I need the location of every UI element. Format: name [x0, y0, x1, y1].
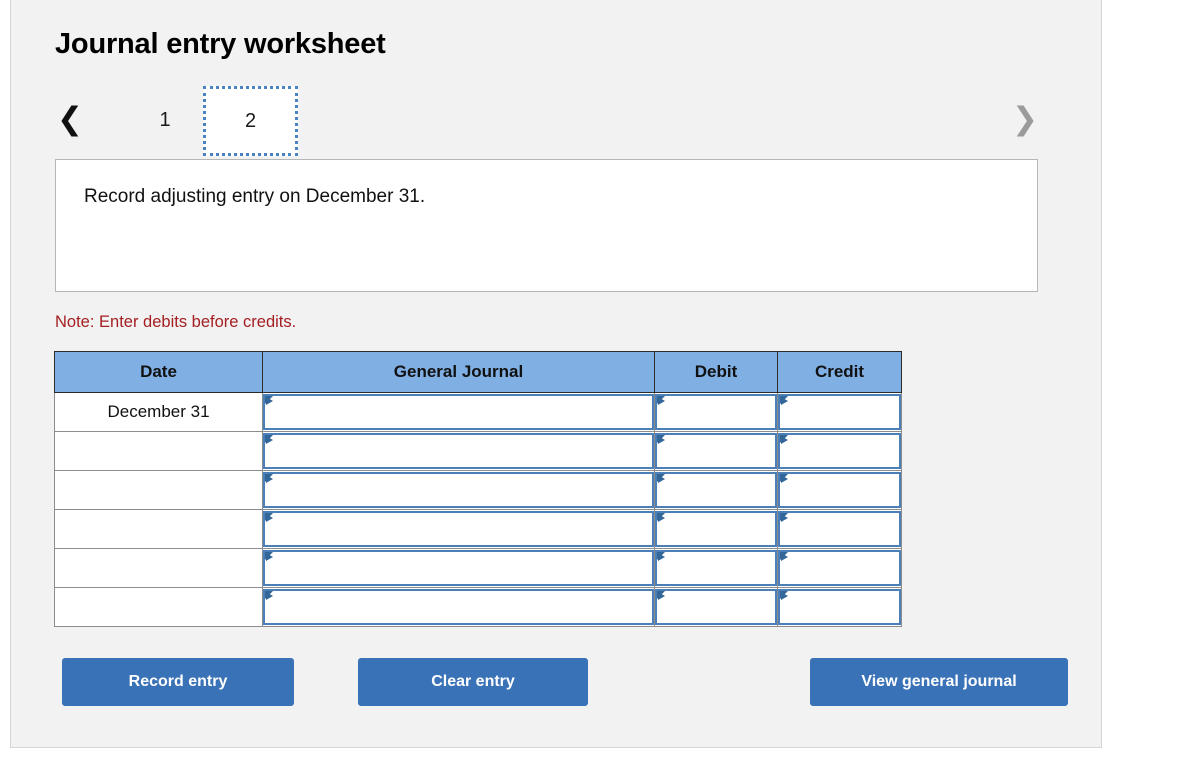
general-journal-input[interactable]: [263, 550, 654, 586]
date-cell: [54, 431, 263, 471]
record-entry-button[interactable]: Record entry: [62, 658, 294, 706]
date-cell: December 31: [54, 392, 263, 432]
general-journal-cell: [262, 509, 655, 549]
clear-entry-button[interactable]: Clear entry: [358, 658, 588, 706]
page-tab-2[interactable]: 2: [203, 86, 298, 156]
chevron-left-icon[interactable]: ❮: [55, 100, 85, 138]
table-row: [54, 509, 902, 549]
credit-input[interactable]: [778, 589, 901, 625]
page-tab-1[interactable]: 1: [141, 88, 189, 152]
general-journal-input[interactable]: [263, 433, 654, 469]
general-journal-cell: [262, 392, 655, 432]
general-journal-cell: [262, 431, 655, 471]
credit-cell: [777, 470, 902, 510]
debit-input[interactable]: [655, 550, 777, 586]
general-journal-cell: [262, 470, 655, 510]
debit-input[interactable]: [655, 589, 777, 625]
debit-input[interactable]: [655, 511, 777, 547]
credit-cell: [777, 509, 902, 549]
column-header-debit: Debit: [654, 351, 778, 393]
debit-cell: [654, 392, 778, 432]
general-journal-input[interactable]: [263, 589, 654, 625]
credit-input[interactable]: [778, 394, 901, 430]
table-row: [54, 587, 902, 627]
credit-input[interactable]: [778, 550, 901, 586]
table-row: December 31: [54, 392, 902, 432]
date-cell: [54, 587, 263, 627]
column-header-credit: Credit: [777, 351, 902, 393]
column-header-general-journal: General Journal: [262, 351, 655, 393]
table-header-row: Date General Journal Debit Credit: [54, 351, 902, 393]
debit-cell: [654, 509, 778, 549]
debit-cell: [654, 587, 778, 627]
debit-input[interactable]: [655, 394, 777, 430]
note-text: Note: Enter debits before credits.: [55, 313, 297, 331]
journal-table: Date General Journal Debit Credit Decemb…: [54, 351, 902, 627]
debit-input[interactable]: [655, 472, 777, 508]
table-row: [54, 470, 902, 510]
date-cell: [54, 548, 263, 588]
view-general-journal-button[interactable]: View general journal: [810, 658, 1068, 706]
date-cell: [54, 470, 263, 510]
credit-cell: [777, 548, 902, 588]
debit-cell: [654, 548, 778, 588]
table-row: [54, 548, 902, 588]
worksheet-panel: Journal entry worksheet ❮ 1 2 ❯ Record a…: [10, 0, 1102, 748]
credit-cell: [777, 587, 902, 627]
credit-cell: [777, 392, 902, 432]
general-journal-input[interactable]: [263, 472, 654, 508]
instruction-text: Record adjusting entry on December 31.: [84, 186, 426, 207]
pager: ❮ 1 2 ❯: [55, 86, 1055, 158]
general-journal-input[interactable]: [263, 511, 654, 547]
credit-input[interactable]: [778, 472, 901, 508]
table-row: [54, 431, 902, 471]
date-cell: [54, 509, 263, 549]
general-journal-cell: [262, 587, 655, 627]
debit-cell: [654, 431, 778, 471]
instruction-box: Record adjusting entry on December 31.: [55, 159, 1038, 292]
chevron-right-icon[interactable]: ❯: [1010, 100, 1040, 138]
page-title: Journal entry worksheet: [55, 28, 386, 60]
credit-cell: [777, 431, 902, 471]
debit-input[interactable]: [655, 433, 777, 469]
general-journal-cell: [262, 548, 655, 588]
credit-input[interactable]: [778, 511, 901, 547]
debit-cell: [654, 470, 778, 510]
credit-input[interactable]: [778, 433, 901, 469]
column-header-date: Date: [54, 351, 263, 393]
general-journal-input[interactable]: [263, 394, 654, 430]
